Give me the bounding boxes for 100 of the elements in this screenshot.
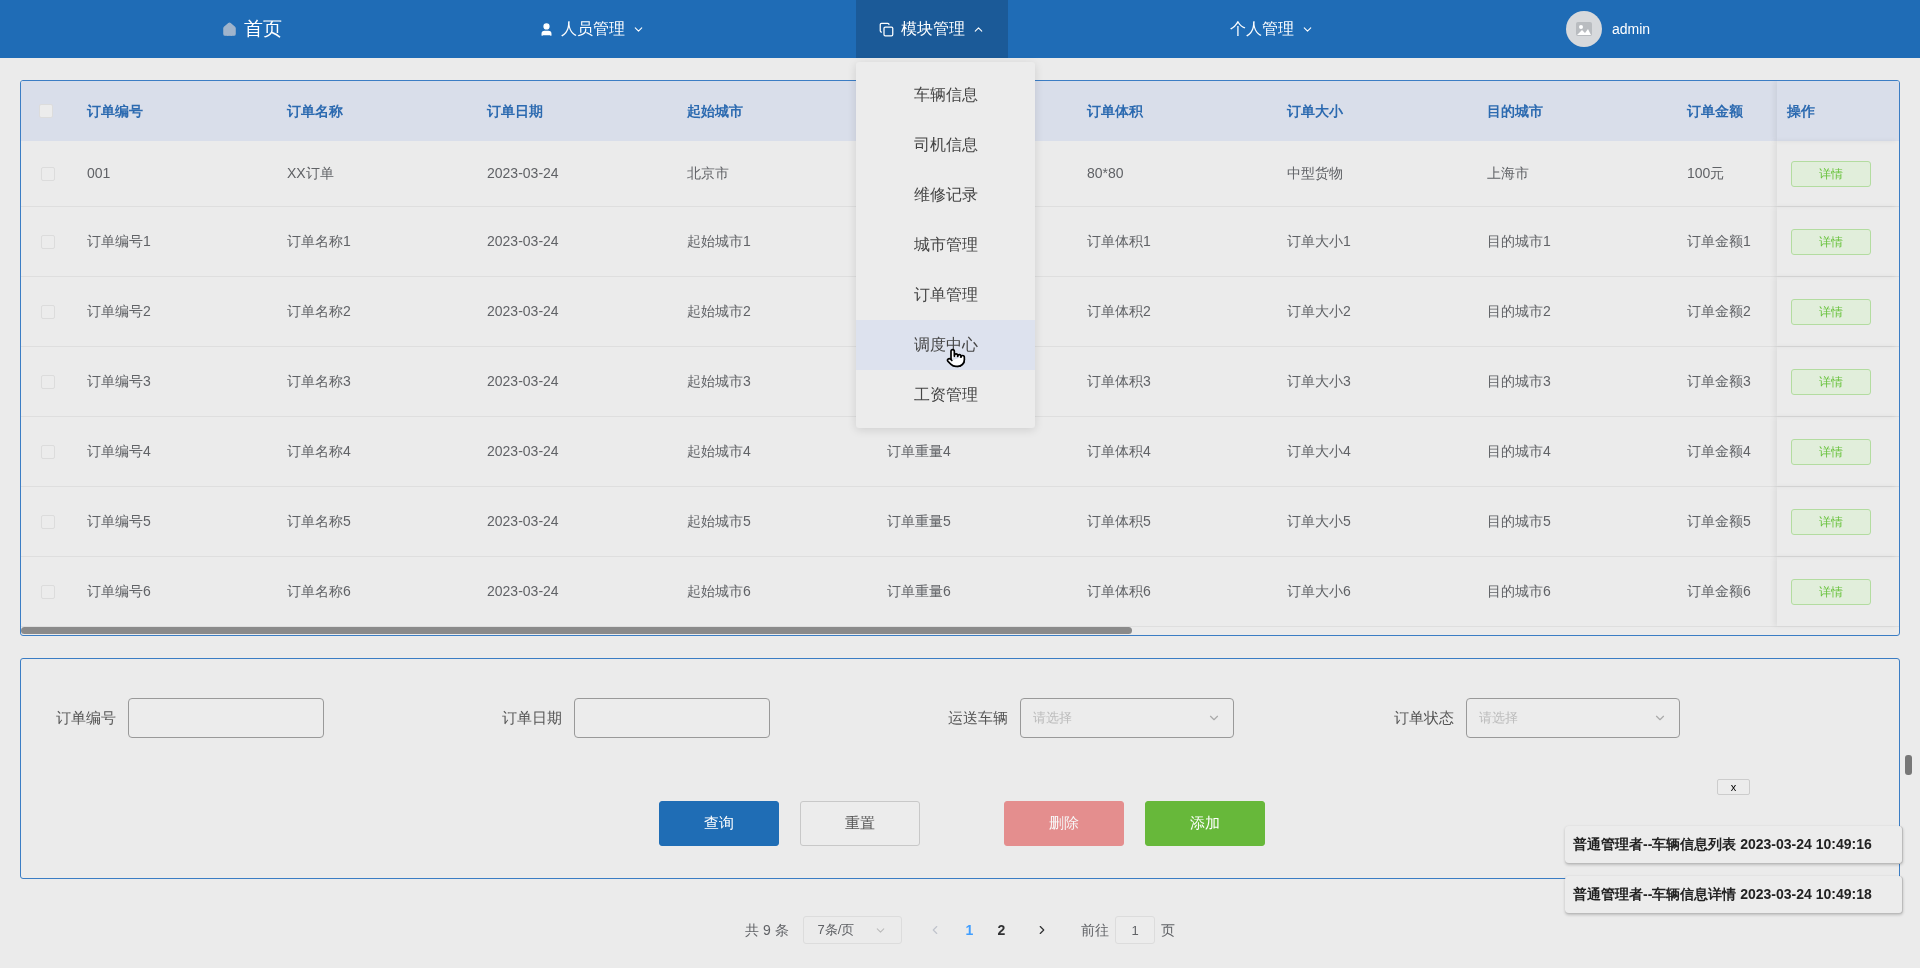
page-input[interactable]: 1 [1115, 916, 1156, 944]
table-cell: 2023-03-24 [487, 373, 559, 389]
page-suffix: 页 [1161, 920, 1176, 940]
table-cell: 目的城市6 [1487, 583, 1551, 599]
column-header: 订单金额 [1687, 102, 1743, 119]
column-header: 目的城市 [1487, 102, 1543, 119]
table-cell: 2023-03-24 [487, 233, 559, 249]
table-cell: 起始城市2 [687, 303, 751, 319]
table-cell: 订单大小5 [1287, 513, 1351, 529]
field-label: 订单状态 [1394, 707, 1454, 728]
table-cell: 订单编号6 [87, 583, 151, 599]
table-cell: 2023-03-24 [487, 443, 559, 459]
menu-item[interactable]: 维修记录 [856, 170, 1035, 220]
table-cell: 起始城市1 [687, 233, 751, 249]
table-cell: 订单名称6 [287, 583, 351, 599]
table-cell: 订单体积5 [1087, 513, 1151, 529]
table-cell: 2023-03-24 [487, 303, 559, 319]
total-count: 共 9 条 [745, 920, 789, 940]
menu-item[interactable]: 订单管理 [856, 270, 1035, 320]
column-header: 订单编号 [87, 102, 143, 119]
table-cell: 2023-03-24 [487, 165, 559, 181]
column-header: 订单日期 [487, 102, 543, 119]
table-cell: 北京市 [687, 165, 729, 181]
table-cell: 目的城市1 [1487, 233, 1551, 249]
input-field[interactable] [574, 698, 770, 738]
menu-item[interactable]: 工资管理 [856, 370, 1035, 420]
table-cell: 2023-03-24 [487, 583, 559, 599]
table-cell: 订单重量5 [887, 513, 951, 529]
user-name[interactable]: admin [1612, 18, 1651, 40]
menu-item[interactable]: 司机信息 [856, 120, 1035, 170]
table-cell: 订单编号5 [87, 513, 151, 529]
table-cell: 订单大小4 [1287, 443, 1351, 459]
table-cell: XX订单 [287, 165, 334, 181]
table-cell: 起始城市3 [687, 373, 751, 389]
table-cell: 订单体积4 [1087, 443, 1151, 459]
form-button[interactable]: 重置 [800, 801, 920, 846]
field-label: 运送车辆 [948, 707, 1008, 728]
nav-item[interactable]: 人员管理 [517, 0, 667, 58]
table-cell: 订单体积1 [1087, 233, 1151, 249]
column-header: 起始城市 [687, 102, 743, 119]
table-cell: 订单名称2 [287, 303, 351, 319]
input-field[interactable] [128, 698, 324, 738]
table-cell: 订单名称5 [287, 513, 351, 529]
table-cell: 80*80 [1087, 165, 1124, 181]
user-icon [539, 21, 554, 37]
table-cell: 订单大小3 [1287, 373, 1351, 389]
table-cell: 订单大小6 [1287, 583, 1351, 599]
table-cell: 起始城市6 [687, 583, 751, 599]
table-cell: 中型货物 [1287, 165, 1343, 181]
table-cell: 001 [87, 165, 111, 181]
table-cell: 订单金额4 [1687, 443, 1751, 459]
scrollbar-thumb[interactable] [1905, 755, 1912, 775]
table-cell: 起始城市4 [687, 443, 751, 459]
table-cell: 目的城市5 [1487, 513, 1551, 529]
table-cell: 订单金额2 [1687, 303, 1751, 319]
table-cell: 订单体积2 [1087, 303, 1151, 319]
close-button[interactable]: x [1717, 779, 1750, 795]
table-cell: 订单体积6 [1087, 583, 1151, 599]
image-icon [1575, 21, 1593, 37]
menu-item[interactable]: 城市管理 [856, 220, 1035, 270]
table-cell: 订单名称3 [287, 373, 351, 389]
table-cell: 订单编号2 [87, 303, 151, 319]
horizontal-scrollbar-thumb[interactable] [21, 627, 1132, 634]
field-label: 订单编号 [56, 707, 116, 728]
table-cell: 订单重量4 [887, 443, 951, 459]
table-cell: 上海市 [1487, 165, 1529, 181]
table-cell: 订单体积3 [1087, 373, 1151, 389]
page-size-select[interactable]: 7条/页 [802, 916, 902, 944]
table-cell: 订单金额5 [1687, 513, 1751, 529]
notification: 普通管理者--车辆信息详情 2023-03-24 10:49:18 [1565, 876, 1903, 914]
table-cell: 目的城市2 [1487, 303, 1551, 319]
table-cell: 目的城市4 [1487, 443, 1551, 459]
copy-icon [879, 21, 894, 37]
table-cell: 订单编号4 [87, 443, 151, 459]
column-header: 操作 [1787, 101, 1815, 121]
table-cell: 订单金额6 [1687, 583, 1751, 599]
nav-item[interactable]: 模块管理 [856, 0, 1008, 58]
home-icon [222, 21, 237, 37]
table-cell: 目的城市3 [1487, 373, 1551, 389]
menu-item[interactable]: 车辆信息 [856, 70, 1035, 120]
table-cell: 订单金额1 [1687, 233, 1751, 249]
table-cell: 订单大小2 [1287, 303, 1351, 319]
table-cell: 订单名称4 [287, 443, 351, 459]
table-cell: 订单编号1 [87, 233, 151, 249]
table-cell: 订单名称1 [287, 233, 351, 249]
avatar[interactable] [1566, 11, 1602, 47]
table-cell: 订单大小1 [1287, 233, 1351, 249]
table-cell: 2023-03-24 [487, 513, 559, 529]
goto-label: 前往 [1081, 920, 1110, 940]
column-header: 订单大小 [1287, 102, 1343, 119]
nav-item[interactable]: 首页 [200, 0, 304, 58]
nav-item[interactable]: 个人管理 [1208, 0, 1336, 58]
form-button[interactable]: 查询 [659, 801, 779, 846]
column-header: 订单体积 [1087, 102, 1143, 119]
table-cell: 100元 [1687, 165, 1725, 181]
column-header: 订单名称 [287, 102, 343, 119]
notification: 普通管理者--车辆信息列表 2023-03-24 10:49:16 [1565, 826, 1903, 864]
table-cell: 起始城市5 [687, 513, 751, 529]
page-number[interactable]: 2 [997, 919, 1006, 941]
table-cell: 订单金额3 [1687, 373, 1751, 389]
